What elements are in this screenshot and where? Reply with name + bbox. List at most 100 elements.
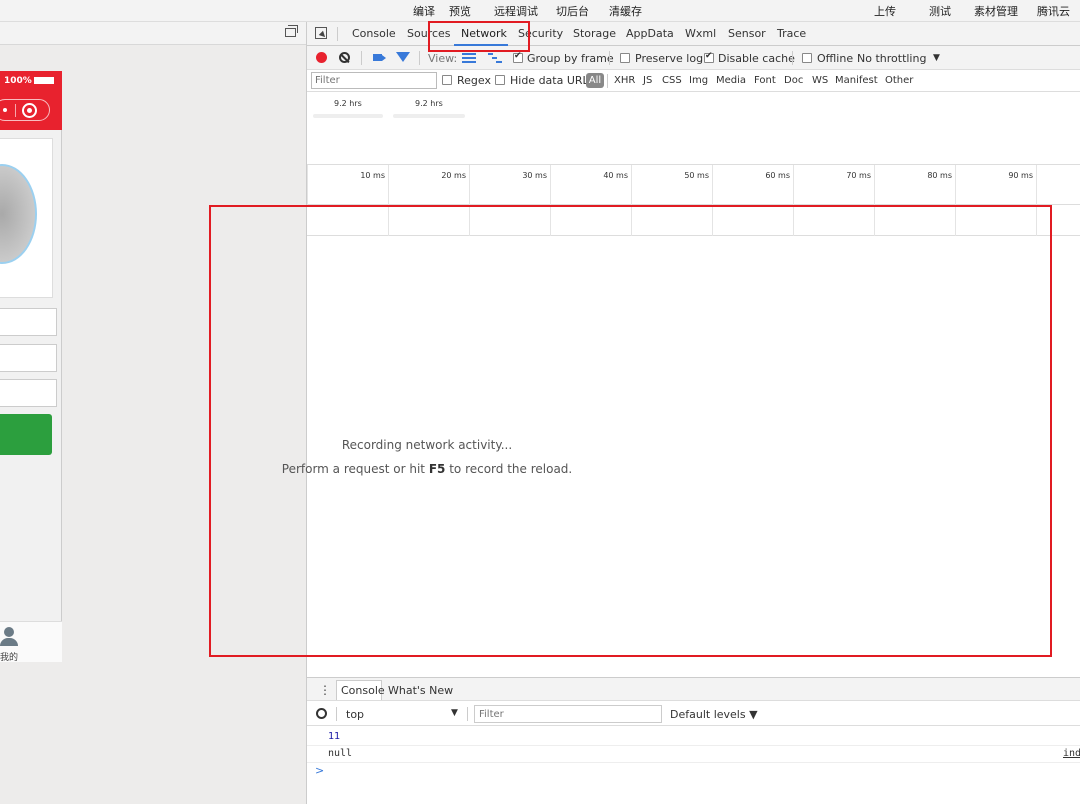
console-prompt-icon[interactable]: > [315,764,324,777]
overview-icon[interactable] [488,53,502,63]
tab-label-mine: 我的 [0,653,19,663]
clear-console-icon[interactable] [316,708,327,719]
large-rows-icon[interactable] [462,53,476,63]
reload-hint-suffix: to record the reload. [445,462,573,476]
clear-icon[interactable] [339,52,350,63]
tab-trace[interactable]: Trace [777,27,806,40]
tab-appdata[interactable]: AppData [626,27,674,40]
record-icon[interactable] [316,52,327,63]
divider [419,51,420,65]
type-filter-doc[interactable]: Doc [784,75,803,86]
overview-label: 9.2 hrs [334,99,362,108]
menu-upload[interactable]: 上传 [874,3,896,19]
drawer-tab-whats-new[interactable]: What's New [388,684,453,697]
drawer-tab-console[interactable]: Console [341,684,385,697]
menu-background[interactable]: 切后台 [556,3,589,19]
tab-storage[interactable]: Storage [573,27,616,40]
menu-tencent-cloud[interactable]: 腾讯云 [1037,3,1070,19]
type-filter-ws[interactable]: WS [812,75,828,86]
log-separator [307,745,1080,746]
timeline-gridline [793,205,794,236]
drawer-tab-bar: ⋮ Console What's New [307,678,1080,701]
timeline-tick-label: 80 ms [927,171,952,180]
group-by-frame-checkbox[interactable] [513,51,523,63]
window-restore-icon[interactable] [285,25,298,37]
dropdown-arrow-icon[interactable]: ▼ [451,708,458,718]
timeline-header: 10 ms 20 ms 30 ms 40 ms 50 ms 60 ms 70 m… [307,165,1080,236]
tab-bar-item-mine[interactable]: 我的 [0,621,62,663]
offline-checkbox[interactable] [802,53,812,63]
log-source-link[interactable]: inde [1063,748,1080,759]
tab-wxml[interactable]: Wxml [685,27,716,40]
type-filter-all[interactable]: All [586,73,604,88]
tab-sensor[interactable]: Sensor [728,27,766,40]
timeline-gridline [955,205,956,236]
console-toolbar: top ▼ Default levels ▼ [307,702,1080,726]
timeline-tick-label: 30 ms [522,171,547,180]
dropdown-arrow-icon[interactable]: ▼ [933,53,940,63]
capture-screenshots-icon[interactable] [373,54,386,61]
form-input-1[interactable] [0,308,57,336]
type-filter-js[interactable]: JS [643,75,652,86]
battery-level: 100% [4,76,32,86]
form-input-3[interactable] [0,379,57,407]
divider [467,707,468,721]
network-toolbar: View: Group by frame Preserve log Disabl… [307,46,1080,70]
type-filter-font[interactable]: Font [754,75,776,86]
type-filter-css[interactable]: CSS [662,75,682,86]
divider [792,51,793,65]
log-levels-select[interactable]: Default levels ▼ [670,708,758,721]
phone-nav-bar: 100% [0,71,62,130]
filter-icon[interactable] [396,52,410,62]
menu-compile[interactable]: 编译 [413,3,435,19]
preserve-log-checkbox[interactable] [620,53,630,63]
menu-assets[interactable]: 素材管理 [974,3,1018,19]
console-filter-input[interactable] [474,705,662,723]
menu-test[interactable]: 测试 [929,3,951,19]
inspect-element-icon[interactable] [315,27,327,39]
type-filter-xhr[interactable]: XHR [614,75,635,86]
simulator-header [0,22,306,45]
menu-remote-debug[interactable]: 远程调试 [494,3,538,19]
overview-bar [393,114,465,118]
timeline-gridline [550,205,551,236]
timeline-gridline [388,205,389,236]
disable-cache-checkbox[interactable] [704,51,714,63]
banner-image [0,138,53,298]
close-target-icon[interactable] [22,103,37,118]
timeline-row [307,205,1080,236]
tab-security[interactable]: Security [518,27,563,40]
more-icon[interactable] [3,108,7,112]
regex-label: Regex [457,74,491,87]
type-filter-other[interactable]: Other [885,75,913,86]
menu-clear-cache[interactable]: 清缓存 [609,3,642,19]
form-input-2[interactable] [0,344,57,372]
preserve-log-label: Preserve log [635,52,704,65]
top-menu-bar: 编译 预览 远程调试 切后台 清缓存 上传 测试 素材管理 腾讯云 [0,0,1080,22]
drawer-menu-icon[interactable]: ⋮ [319,683,331,697]
hide-data-urls-checkbox[interactable] [495,75,505,85]
timeline-gridline [874,205,875,236]
regex-checkbox[interactable] [442,75,452,85]
menu-preview[interactable]: 预览 [449,3,471,19]
network-filter-input[interactable] [311,72,437,89]
hide-data-urls-label: Hide data URLs [510,74,595,87]
tab-console[interactable]: Console [352,27,396,40]
user-icon [0,627,18,647]
timeline-gridline [1036,205,1037,236]
tab-sources[interactable]: Sources [407,27,451,40]
throttling-select[interactable]: No throttling [857,52,926,65]
divider [609,51,610,65]
type-filter-manifest[interactable]: Manifest [835,75,878,86]
type-filter-img[interactable]: Img [689,75,708,86]
type-filter-media[interactable]: Media [716,75,746,86]
divider [361,51,362,65]
divider [607,74,608,88]
capsule-menu[interactable] [0,99,50,121]
user-icon-head [4,627,14,637]
timeline-tick-label: 20 ms [441,171,466,180]
tab-network[interactable]: Network [461,27,507,40]
timeline-tick-label: 10 ms [360,171,385,180]
context-select[interactable]: top [346,708,364,721]
network-overview: 9.2 hrs 9.2 hrs [307,93,1080,165]
